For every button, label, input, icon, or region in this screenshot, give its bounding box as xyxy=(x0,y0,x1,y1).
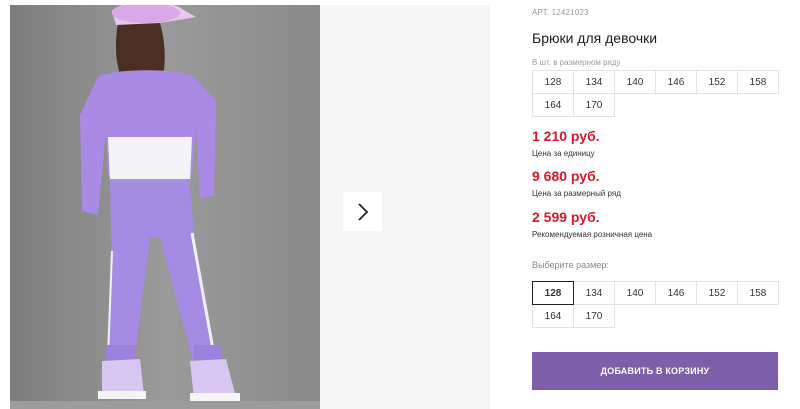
size-row-cell: 152 xyxy=(696,70,738,94)
size-row-cell: 146 xyxy=(655,70,697,94)
retail-price-note: Рекомендуемая розничная цена xyxy=(532,230,653,239)
size-row-cell: 128 xyxy=(532,70,574,94)
size-option[interactable]: 134 xyxy=(573,281,615,305)
size-row-grid: 128 134 140 146 152 158 164 170 xyxy=(532,70,779,117)
row-price-note: Цена за размерный ряд xyxy=(532,189,621,198)
choose-size-label: Выберите размер: xyxy=(532,260,609,270)
size-option[interactable]: 158 xyxy=(737,281,779,305)
size-option[interactable]: 146 xyxy=(655,281,697,305)
size-row-cell: 158 xyxy=(737,70,779,94)
row-price: 9 680 руб. xyxy=(532,168,600,184)
retail-price: 2 599 руб. xyxy=(532,209,600,225)
product-photo xyxy=(10,5,320,409)
product-title: Брюки для девочки xyxy=(532,30,658,46)
product-gallery xyxy=(0,0,490,409)
size-row-label: В шт. в размерном ряду xyxy=(532,58,621,67)
size-option[interactable]: 170 xyxy=(573,304,615,328)
size-row-cell: 170 xyxy=(573,93,615,117)
size-selector: 128 134 140 146 152 158 164 170 xyxy=(532,281,779,328)
chevron-right-icon xyxy=(357,202,368,221)
next-image-button[interactable] xyxy=(343,192,382,231)
sku-label: АРТ. xyxy=(532,8,550,17)
sku-value: 12421023 xyxy=(551,8,589,17)
size-row-cell: 164 xyxy=(532,93,574,117)
sku: АРТ. 12421023 xyxy=(532,8,589,17)
size-option-selected[interactable]: 128 xyxy=(532,281,574,305)
size-option[interactable]: 164 xyxy=(532,304,574,328)
unit-price-note: Цена за единицу xyxy=(532,149,595,158)
size-option[interactable]: 140 xyxy=(614,281,656,305)
size-option[interactable]: 152 xyxy=(696,281,738,305)
add-to-cart-button[interactable]: ДОБАВИТЬ В КОРЗИНУ xyxy=(532,352,778,390)
size-row-cell: 140 xyxy=(614,70,656,94)
unit-price: 1 210 руб. xyxy=(532,128,600,144)
size-row-cell: 134 xyxy=(573,70,615,94)
